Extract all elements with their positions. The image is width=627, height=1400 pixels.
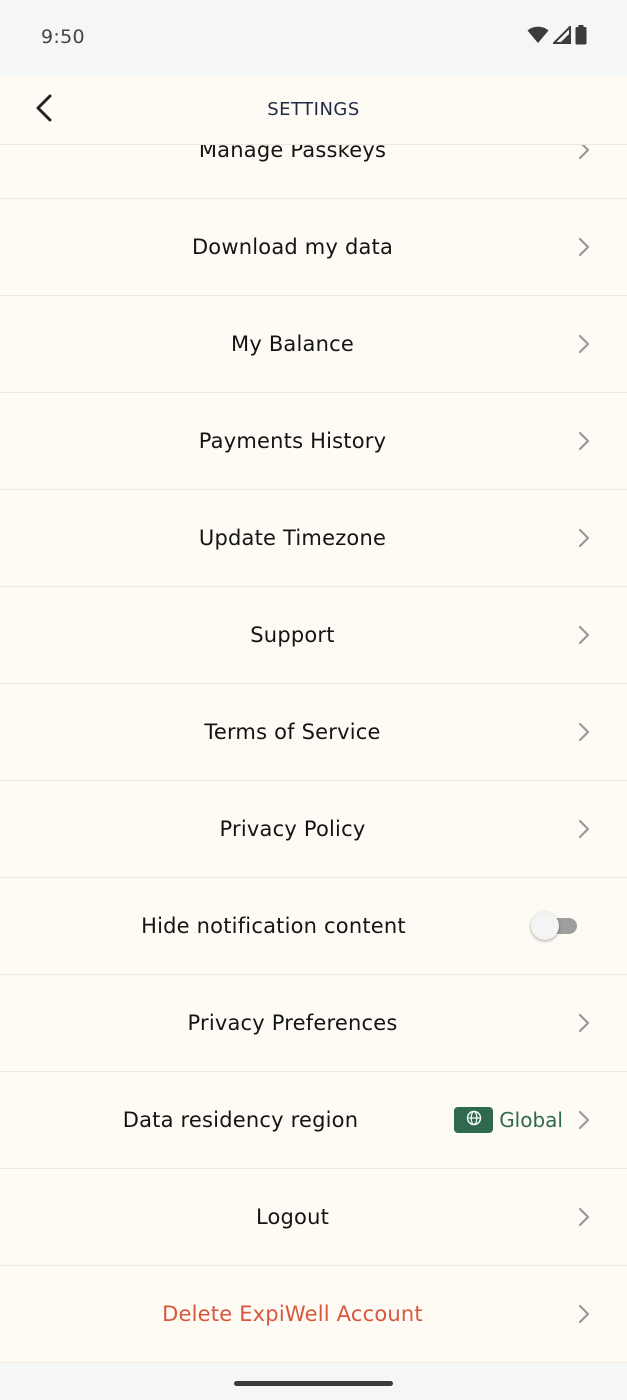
chevron-right-icon (575, 818, 593, 840)
chevron-right-icon (575, 430, 593, 452)
settings-item-support[interactable]: Support (0, 587, 627, 684)
settings-item-update-timezone[interactable]: Update Timezone (0, 490, 627, 587)
settings-item-manage-passkeys[interactable]: Manage Passkeys (0, 145, 627, 199)
chevron-right-icon (575, 1012, 593, 1034)
settings-item-label: Privacy Policy (219, 817, 366, 841)
chevron-right-icon (575, 333, 593, 355)
settings-item-my-balance[interactable]: My Balance (0, 296, 627, 393)
chevron-right-icon (575, 1109, 593, 1131)
app-header: SETTINGS (0, 76, 627, 145)
status-icons (527, 24, 587, 49)
chevron-right-icon (575, 236, 593, 258)
chevron-right-icon (575, 1303, 593, 1325)
settings-item-label: Manage Passkeys (198, 145, 387, 162)
settings-item-payments-history[interactable]: Payments History (0, 393, 627, 490)
toggle-thumb (531, 912, 559, 940)
settings-item-label: Delete ExpiWell Account (162, 1302, 423, 1326)
settings-item-label: Terms of Service (204, 720, 381, 744)
settings-item-hide-notification-content: Hide notification content (0, 878, 627, 975)
settings-item-label: Logout (255, 1205, 330, 1229)
gesture-nav-area (0, 1364, 627, 1400)
status-bar: 9:50 (0, 0, 627, 76)
region-value: Global (499, 1108, 563, 1132)
hide-notification-toggle[interactable] (531, 912, 577, 940)
settings-item-label: Privacy Preferences (187, 1011, 398, 1035)
settings-list[interactable]: Manage Passkeys Download my data My Bala… (0, 145, 627, 1364)
page-title: SETTINGS (267, 99, 360, 120)
settings-item-label: My Balance (231, 332, 354, 356)
settings-item-terms-of-service[interactable]: Terms of Service (0, 684, 627, 781)
settings-item-label: Update Timezone (198, 526, 387, 550)
status-time: 9:50 (41, 26, 85, 48)
region-badge (454, 1107, 493, 1133)
chevron-right-icon (575, 624, 593, 646)
chevron-right-icon (575, 527, 593, 549)
wifi-icon (527, 26, 549, 48)
settings-item-data-residency-region[interactable]: Data residency region Global (0, 1072, 627, 1169)
settings-item-label: Payments History (198, 429, 387, 453)
chevron-right-icon (575, 1206, 593, 1228)
settings-item-label: Download my data (191, 235, 394, 259)
settings-item-download-my-data[interactable]: Download my data (0, 199, 627, 296)
globe-icon (466, 1110, 482, 1130)
settings-item-label: Hide notification content (141, 914, 406, 938)
settings-item-delete-account[interactable]: Delete ExpiWell Account (0, 1266, 627, 1363)
settings-item-logout[interactable]: Logout (0, 1169, 627, 1266)
battery-icon (575, 25, 587, 49)
settings-item-privacy-policy[interactable]: Privacy Policy (0, 781, 627, 878)
settings-item-privacy-preferences[interactable]: Privacy Preferences (0, 975, 627, 1072)
settings-item-label: Support (250, 623, 335, 647)
chevron-right-icon (575, 145, 593, 161)
chevron-right-icon (575, 721, 593, 743)
settings-item-label: Data residency region (122, 1108, 359, 1132)
cell-signal-icon (551, 24, 571, 48)
home-indicator[interactable] (234, 1381, 393, 1386)
